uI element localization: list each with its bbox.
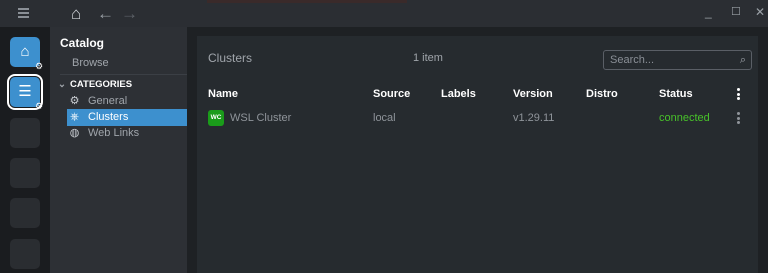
cluster-avatar: WC	[208, 110, 224, 126]
column-header-distro[interactable]: Distro	[586, 88, 618, 100]
background-window-strip	[207, 0, 407, 3]
sidebar-item-label: General	[88, 95, 128, 107]
hotbar-home-button[interactable]: ⌂ ⚙	[10, 37, 43, 71]
gear-icon: ⚙	[35, 61, 44, 71]
gear-icon: ⚙	[35, 101, 44, 111]
column-header-status[interactable]: Status	[659, 88, 693, 100]
categories-header[interactable]: ⌄ CATEGORIES	[58, 79, 132, 90]
row-menu-icon[interactable]	[737, 112, 740, 126]
sidebar-item-general[interactable]: ⚙ General	[67, 93, 187, 110]
column-menu-icon[interactable]	[737, 88, 740, 102]
panel-title: Clusters	[208, 51, 253, 65]
column-header-source[interactable]: Source	[373, 88, 410, 100]
search-input[interactable]	[610, 53, 720, 67]
hotbar-empty-slot[interactable]	[10, 198, 40, 228]
cell-source: local	[373, 112, 396, 124]
table-row[interactable]: WC WSL Cluster local v1.29.11 connected	[197, 108, 758, 130]
catalog-sidebar: Catalog Browse ⌄ CATEGORIES ⚙ General ⎈ Clu…	[50, 27, 187, 273]
status-badge: connected	[659, 112, 710, 124]
main-content: Clusters 1 item ⌕ Name Source Labels Ver…	[187, 27, 768, 273]
maximize-icon[interactable]: ☐	[731, 5, 741, 19]
chevron-down-icon: ⌄	[58, 79, 66, 90]
hotbar-empty-slot[interactable]	[10, 239, 40, 269]
hotbar: ⌂ ⚙ ☰ ⚙	[0, 27, 50, 273]
sidebar-item-label: Clusters	[88, 111, 129, 123]
column-header-labels[interactable]: Labels	[441, 88, 476, 100]
cell-name: WSL Cluster	[230, 112, 292, 124]
sidebar-title: Catalog	[60, 36, 105, 50]
minimize-icon[interactable]: _	[705, 5, 712, 19]
item-count: 1 item	[413, 52, 443, 64]
hotbar-empty-slot[interactable]	[10, 118, 40, 148]
sidebar-item-browse[interactable]: Browse	[72, 57, 109, 69]
globe-icon: ◍	[69, 127, 80, 139]
title-bar: ⌂ ← → _ ☐ ✕	[0, 0, 768, 27]
sidebar-item-web-links[interactable]: ◍ Web Links	[67, 125, 187, 142]
sidebar-item-label: Web Links	[88, 127, 140, 139]
search-box[interactable]: ⌕	[603, 50, 752, 70]
sidebar-divider	[60, 74, 187, 75]
hotbar-catalog-button[interactable]: ☰ ⚙	[7, 74, 43, 111]
home-icon[interactable]: ⌂	[71, 4, 81, 23]
clusters-panel: Clusters 1 item ⌕ Name Source Labels Ver…	[197, 36, 758, 273]
search-icon[interactable]: ⌕	[740, 53, 746, 67]
kubernetes-icon: ⎈	[70, 111, 79, 123]
hamburger-menu-icon[interactable]	[18, 8, 29, 18]
categories-label: CATEGORIES	[70, 79, 133, 90]
close-icon[interactable]: ✕	[755, 5, 765, 19]
column-header-version[interactable]: Version	[513, 88, 553, 100]
cell-version: v1.29.11	[513, 112, 555, 124]
arrow-left-icon[interactable]: ←	[97, 4, 114, 23]
sidebar-item-clusters[interactable]: ⎈ Clusters	[67, 109, 187, 126]
gear-icon: ⚙	[69, 95, 80, 107]
arrow-right-icon[interactable]: →	[121, 4, 138, 23]
hotbar-empty-slot[interactable]	[10, 158, 40, 188]
column-header-name[interactable]: Name	[208, 88, 238, 100]
